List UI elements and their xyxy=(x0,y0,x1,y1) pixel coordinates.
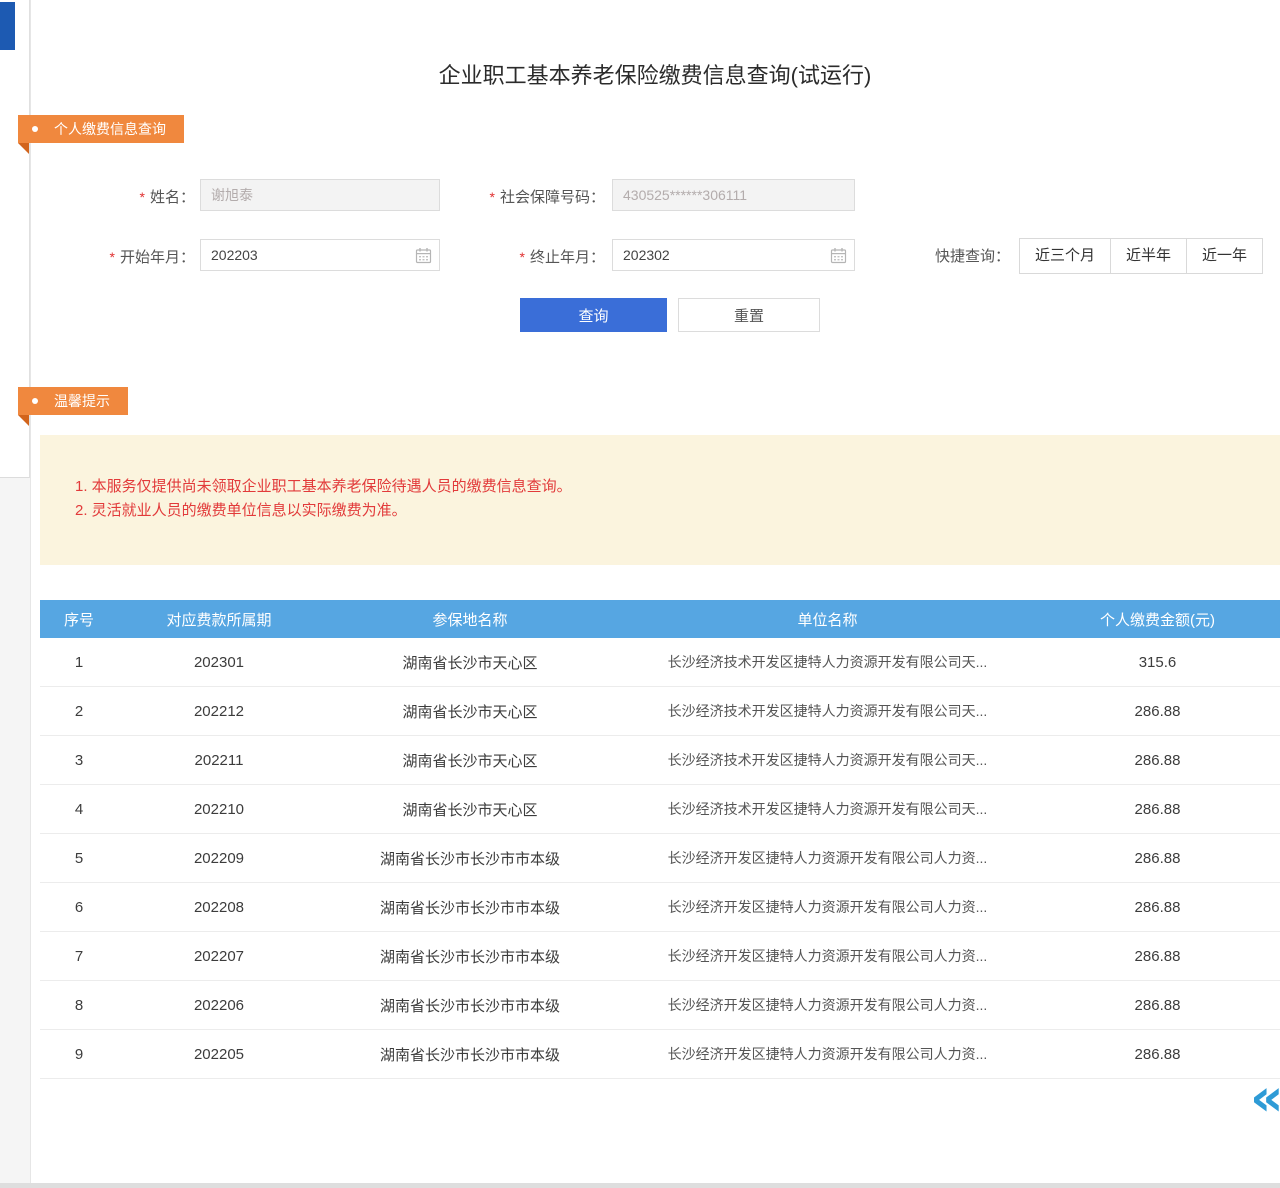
table-cell: 湖南省长沙市天心区 xyxy=(320,687,620,736)
table-row: 6202208湖南省长沙市长沙市市本级长沙经济开发区捷特人力资源开发有限公司人力… xyxy=(40,883,1280,932)
calendar-icon[interactable] xyxy=(830,247,847,264)
quick-query-3months[interactable]: 近三个月 xyxy=(1019,238,1111,274)
table-cell: 湖南省长沙市长沙市市本级 xyxy=(320,981,620,1030)
table-cell: 湖南省长沙市长沙市市本级 xyxy=(320,883,620,932)
table-cell: 2 xyxy=(40,687,118,736)
table-cell: 5 xyxy=(40,834,118,883)
table-cell: 湖南省长沙市天心区 xyxy=(320,736,620,785)
table-cell: 长沙经济开发区捷特人力资源开发有限公司人力资... xyxy=(620,1030,1035,1079)
query-button[interactable]: 查询 xyxy=(520,298,667,332)
table-cell: 长沙经济技术开发区捷特人力资源开发有限公司天... xyxy=(620,638,1035,687)
sidebar-active-tab[interactable] xyxy=(0,2,15,50)
table-cell: 202210 xyxy=(118,785,320,834)
table-cell: 286.88 xyxy=(1035,1030,1280,1079)
table-cell: 长沙经济技术开发区捷特人力资源开发有限公司天... xyxy=(620,785,1035,834)
table-cell: 湖南省长沙市天心区 xyxy=(320,638,620,687)
table-cell: 长沙经济开发区捷特人力资源开发有限公司人力资... xyxy=(620,981,1035,1030)
calendar-icon[interactable] xyxy=(415,247,432,264)
notice-box: 1. 本服务仅提供尚未领取企业职工基本养老保险待遇人员的缴费信息查询。 2. 灵… xyxy=(40,435,1280,565)
table-cell: 长沙经济开发区捷特人力资源开发有限公司人力资... xyxy=(620,883,1035,932)
table-cell: 202212 xyxy=(118,687,320,736)
result-table: 序号 对应费款所属期 参保地名称 单位名称 个人缴费金额(元) 1202301湖… xyxy=(40,600,1280,1079)
table-cell: 6 xyxy=(40,883,118,932)
table-row: 9202205湖南省长沙市长沙市市本级长沙经济开发区捷特人力资源开发有限公司人力… xyxy=(40,1030,1280,1079)
header-amount: 个人缴费金额(元) xyxy=(1035,600,1280,638)
section-badge-tips: 温馨提示 xyxy=(18,387,128,415)
table-cell: 286.88 xyxy=(1035,736,1280,785)
bullet-dot-icon xyxy=(32,398,38,404)
table-cell: 长沙经济开发区捷特人力资源开发有限公司人力资... xyxy=(620,834,1035,883)
header-period: 对应费款所属期 xyxy=(118,600,320,638)
quick-query-label: 快捷查询： xyxy=(905,247,1010,267)
section-badge-tips-label: 温馨提示 xyxy=(54,391,110,411)
table-cell: 202209 xyxy=(118,834,320,883)
table-row: 5202209湖南省长沙市长沙市市本级长沙经济开发区捷特人力资源开发有限公司人力… xyxy=(40,834,1280,883)
table-row: 1202301湖南省长沙市天心区长沙经济技术开发区捷特人力资源开发有限公司天..… xyxy=(40,638,1280,687)
table-cell: 286.88 xyxy=(1035,785,1280,834)
header-seq: 序号 xyxy=(40,600,118,638)
table-row: 2202212湖南省长沙市天心区长沙经济技术开发区捷特人力资源开发有限公司天..… xyxy=(40,687,1280,736)
collapse-chevrons-icon[interactable]: « xyxy=(1250,1072,1280,1124)
table-cell: 湖南省长沙市天心区 xyxy=(320,785,620,834)
reset-button[interactable]: 重置 xyxy=(678,298,820,332)
table-cell: 286.88 xyxy=(1035,932,1280,981)
table-cell: 202301 xyxy=(118,638,320,687)
table-cell: 1 xyxy=(40,638,118,687)
section-badge-query: 个人缴费信息查询 xyxy=(18,115,184,143)
end-month-label: *终止年月： xyxy=(480,247,605,268)
ssn-label: *社会保障号码： xyxy=(440,187,605,208)
start-month-label: *开始年月： xyxy=(70,247,195,268)
name-input xyxy=(200,179,440,211)
table-cell: 315.6 xyxy=(1035,638,1280,687)
table-row: 7202207湖南省长沙市长沙市市本级长沙经济开发区捷特人力资源开发有限公司人力… xyxy=(40,932,1280,981)
table-row: 4202210湖南省长沙市天心区长沙经济技术开发区捷特人力资源开发有限公司天..… xyxy=(40,785,1280,834)
table-cell: 长沙经济技术开发区捷特人力资源开发有限公司天... xyxy=(620,687,1035,736)
name-label: *姓名： xyxy=(70,187,195,208)
page-bottom-edge xyxy=(0,1183,1280,1188)
header-unit: 单位名称 xyxy=(620,600,1035,638)
table-row: 8202206湖南省长沙市长沙市市本级长沙经济开发区捷特人力资源开发有限公司人力… xyxy=(40,981,1280,1030)
quick-query-1year[interactable]: 近一年 xyxy=(1186,238,1263,274)
table-cell: 湖南省长沙市长沙市市本级 xyxy=(320,1030,620,1079)
table-cell: 286.88 xyxy=(1035,981,1280,1030)
quick-query-group: 近三个月 近半年 近一年 xyxy=(1020,238,1263,274)
table-cell: 286.88 xyxy=(1035,883,1280,932)
ssn-input xyxy=(612,179,855,211)
table-cell: 长沙经济开发区捷特人力资源开发有限公司人力资... xyxy=(620,932,1035,981)
table-cell: 9 xyxy=(40,1030,118,1079)
end-month-input[interactable] xyxy=(612,239,855,271)
required-asterisk: * xyxy=(140,189,145,205)
table-header: 序号 对应费款所属期 参保地名称 单位名称 个人缴费金额(元) xyxy=(40,600,1280,638)
required-asterisk: * xyxy=(490,189,495,205)
table-cell: 202211 xyxy=(118,736,320,785)
table-cell: 286.88 xyxy=(1035,687,1280,736)
table-cell: 湖南省长沙市长沙市市本级 xyxy=(320,834,620,883)
table-cell: 长沙经济技术开发区捷特人力资源开发有限公司天... xyxy=(620,736,1035,785)
table-cell: 202206 xyxy=(118,981,320,1030)
table-cell: 202207 xyxy=(118,932,320,981)
bullet-dot-icon xyxy=(32,126,38,132)
table-cell: 4 xyxy=(40,785,118,834)
notice-line-2: 2. 灵活就业人员的缴费单位信息以实际缴费为准。 xyxy=(75,499,1280,523)
table-row: 3202211湖南省长沙市天心区长沙经济技术开发区捷特人力资源开发有限公司天..… xyxy=(40,736,1280,785)
notice-line-1: 1. 本服务仅提供尚未领取企业职工基本养老保险待遇人员的缴费信息查询。 xyxy=(75,475,1280,499)
table-cell: 286.88 xyxy=(1035,834,1280,883)
table-cell: 8 xyxy=(40,981,118,1030)
table-cell: 湖南省长沙市长沙市市本级 xyxy=(320,932,620,981)
quick-query-6months[interactable]: 近半年 xyxy=(1110,238,1187,274)
header-place: 参保地名称 xyxy=(320,600,620,638)
table-cell: 7 xyxy=(40,932,118,981)
section-badge-query-label: 个人缴费信息查询 xyxy=(54,119,166,139)
table-cell: 202208 xyxy=(118,883,320,932)
start-month-input[interactable] xyxy=(200,239,440,271)
table-cell: 202205 xyxy=(118,1030,320,1079)
page-title: 企业职工基本养老保险缴费信息查询(试运行) xyxy=(30,58,1280,90)
table-cell: 3 xyxy=(40,736,118,785)
required-asterisk: * xyxy=(110,249,115,265)
table-body: 1202301湖南省长沙市天心区长沙经济技术开发区捷特人力资源开发有限公司天..… xyxy=(40,638,1280,1079)
required-asterisk: * xyxy=(520,249,525,265)
